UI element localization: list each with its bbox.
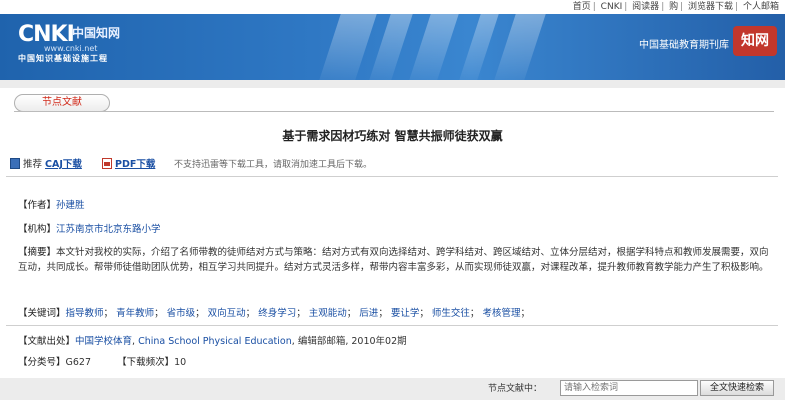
caj-download-link[interactable]: CAJ下载 xyxy=(45,159,82,170)
top-link-buy[interactable]: 购 xyxy=(669,2,678,12)
keyword-link[interactable]: 要让学 xyxy=(391,308,420,319)
pdf-download-link[interactable]: PDF下载 xyxy=(115,159,155,170)
decorative-stripe xyxy=(369,14,413,80)
keywords-divider xyxy=(6,325,778,326)
top-link-cnki[interactable]: CNKI xyxy=(601,2,623,12)
keyword-link[interactable]: 考核管理 xyxy=(482,308,520,319)
site-title: 中国基础教育期刊库 xyxy=(639,40,729,51)
classification-row: 【分类号】G627 【下载频次】10 xyxy=(18,355,770,370)
site-badge-logo: 知网 xyxy=(733,26,777,56)
decorative-stripe xyxy=(409,14,459,80)
pdf-download-group: PDF下载 xyxy=(102,155,155,175)
header-banner: CNKI 中国知网 www.cnki.net 中国知识基础设施工程 中国基础教育… xyxy=(0,14,785,80)
organization-link[interactable]: 江苏南京市北京东路小学 xyxy=(56,224,161,235)
logo-sub-text: 中国知识基础设施工程 xyxy=(18,54,108,63)
organization-row: 【机构】江苏南京市北京东路小学 xyxy=(18,222,770,237)
author-row: 【作者】孙建胜 xyxy=(18,198,770,213)
caj-download-group: 推荐 CAJ下载 xyxy=(10,155,82,175)
download-bar: 推荐 CAJ下载 PDF下载 不支持迅雷等下载工具，请取消加速工具后下载。 xyxy=(6,155,778,175)
download-count-label: 【下载频次】 xyxy=(117,357,175,368)
cnki-logo[interactable]: CNKI 中国知网 www.cnki.net 中国知识基础设施工程 xyxy=(18,20,128,66)
caj-file-icon xyxy=(10,158,20,169)
keyword-link[interactable]: 青年教师 xyxy=(116,308,154,319)
logo-cn-text: 中国知网 xyxy=(72,26,121,40)
caj-recommend-label: 推荐 xyxy=(23,159,43,170)
source-issue: 2010年02期 xyxy=(351,336,407,347)
source-label: 【文献出处】 xyxy=(18,336,76,347)
keyword-link[interactable]: 双向互动 xyxy=(208,308,246,319)
top-link-mail[interactable]: 个人邮箱 xyxy=(743,2,779,12)
search-input[interactable] xyxy=(560,380,698,396)
keyword-link[interactable]: 指导教师 xyxy=(66,308,104,319)
decorative-stripe xyxy=(319,14,377,80)
keywords-row: 【关键词】指导教师； 青年教师； 省市级； 双向互动； 终身学习； 主观能动； … xyxy=(18,308,530,319)
source-journal-en-link[interactable]: China School Physical Education xyxy=(138,336,292,347)
article-title: 基于需求因材巧练对 智慧共振师徒获双赢 xyxy=(282,129,503,143)
decorative-stripe xyxy=(459,14,499,80)
keyword-link[interactable]: 后进 xyxy=(359,308,378,319)
abstract-label: 【摘要】 xyxy=(18,247,57,258)
keyword-link[interactable]: 省市级 xyxy=(167,308,196,319)
organization-label: 【机构】 xyxy=(18,224,57,235)
keyword-link[interactable]: 师生交往 xyxy=(432,308,470,319)
top-link-card[interactable]: 阅读器 xyxy=(632,2,659,12)
top-link-download[interactable]: 浏览器下载 xyxy=(688,2,733,12)
pdf-file-icon xyxy=(102,158,112,169)
header-divider xyxy=(0,80,785,88)
author-label: 【作者】 xyxy=(18,200,57,211)
logo-url-text: www.cnki.net xyxy=(44,44,98,53)
class-label: 【分类号】 xyxy=(18,357,66,368)
keyword-link[interactable]: 终身学习 xyxy=(258,308,296,319)
download-count-value: 10 xyxy=(174,357,187,368)
class-value: G627 xyxy=(65,357,92,368)
download-divider xyxy=(6,176,778,177)
decorative-stripe xyxy=(494,14,546,80)
search-label: 节点文献中： xyxy=(488,384,543,394)
keywords-label: 【关键词】 xyxy=(18,308,66,319)
node-document-tab[interactable]: 节点文献 xyxy=(14,94,110,112)
source-row: 【文献出处】中国学校体育, China School Physical Educ… xyxy=(18,336,407,347)
abstract-text: 本文针对我校的实际，介绍了名师带教的徒师结对方式与策略：结对方式有双向选择结对、… xyxy=(18,247,769,273)
source-journal-link[interactable]: 中国学校体育 xyxy=(75,336,132,347)
download-note: 不支持迅雷等下载工具，请取消加速工具后下载。 xyxy=(174,160,373,170)
top-link-home[interactable]: 首页 xyxy=(573,2,591,12)
fulltext-search-button[interactable]: 全文快速检索 xyxy=(700,380,774,396)
top-links: 首页 | CNKI | 阅读器 | 购 | 浏览器下载 | 个人邮箱 xyxy=(572,2,779,12)
section-divider xyxy=(14,111,774,112)
author-link[interactable]: 孙建胜 xyxy=(56,200,85,211)
abstract-row: 【摘要】本文针对我校的实际，介绍了名师带教的徒师结对方式与策略：结对方式有双向选… xyxy=(18,245,770,295)
keyword-link[interactable]: 主观能动 xyxy=(309,308,347,319)
source-editorial: 编辑部邮箱 xyxy=(297,336,346,347)
